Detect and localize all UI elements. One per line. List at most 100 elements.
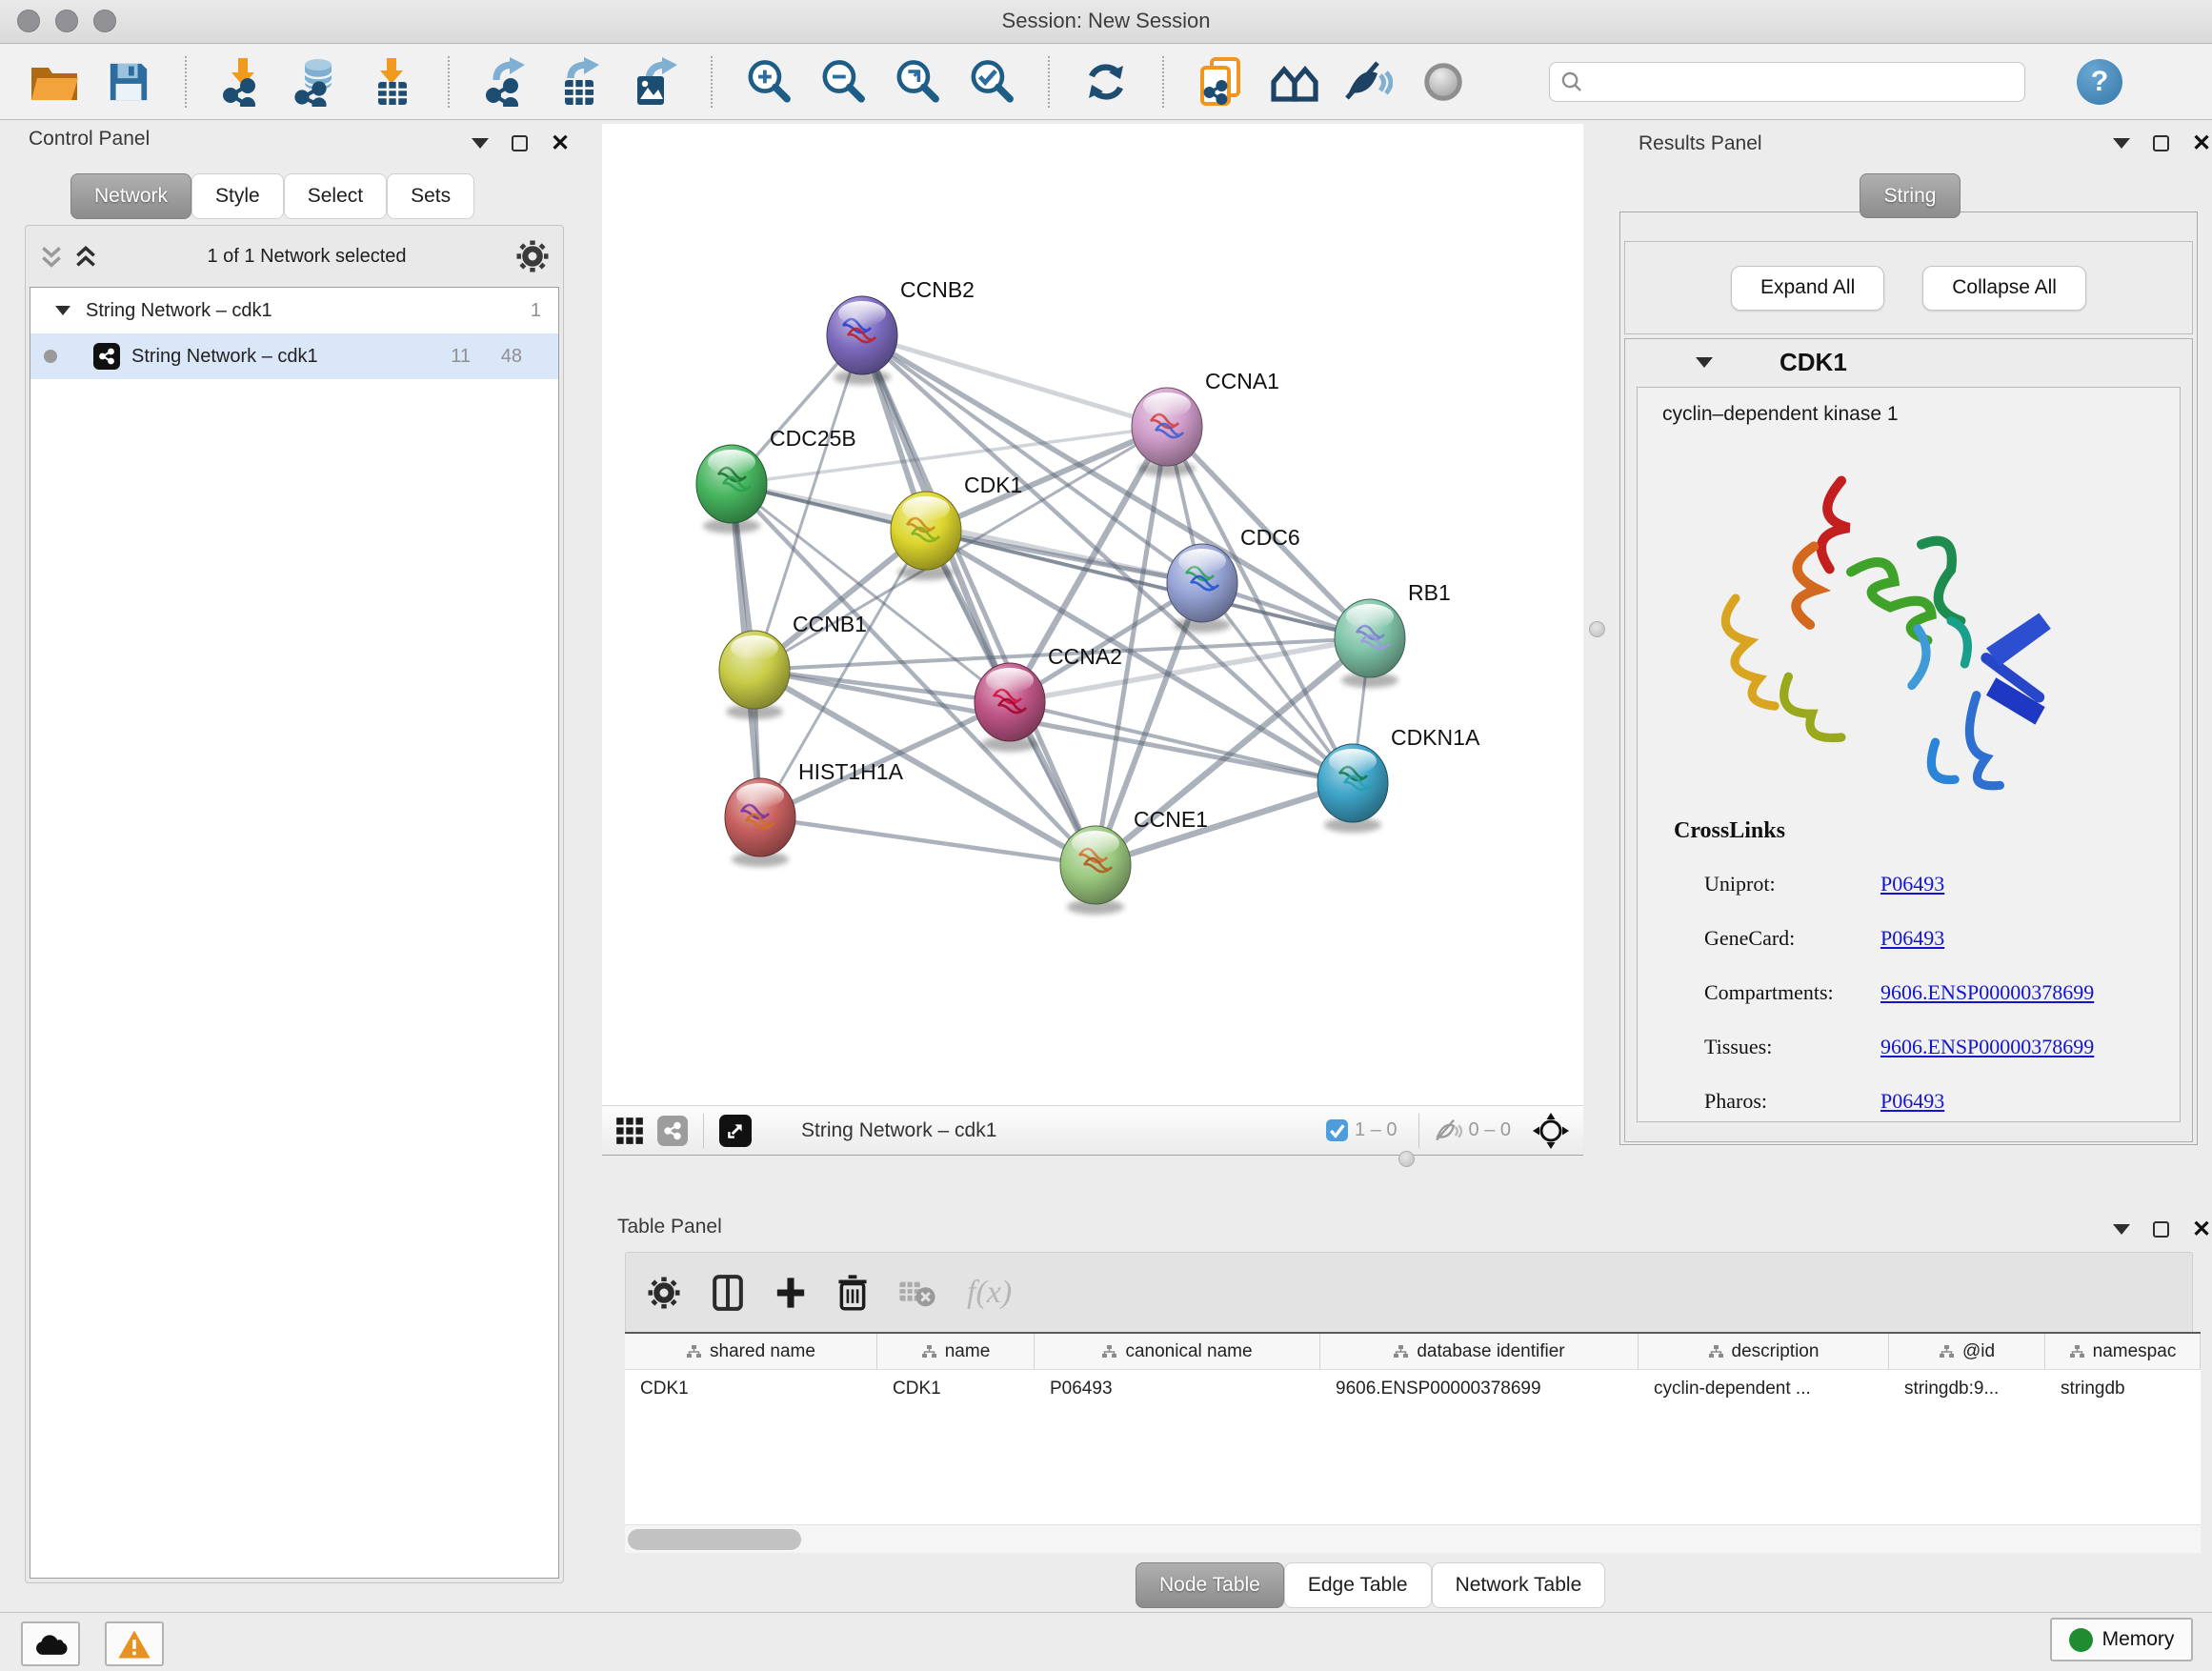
node-CDKN1A[interactable]: CDKN1A (1317, 725, 1480, 833)
tab-select[interactable]: Select (284, 173, 387, 219)
table-settings-gear-icon[interactable] (647, 1276, 681, 1310)
column-header-shared-name[interactable]: shared name (625, 1334, 877, 1369)
collection-expander-icon[interactable] (55, 306, 70, 315)
open-session-button[interactable] (29, 54, 80, 110)
zoom-fit-button[interactable] (892, 54, 943, 110)
close-panel-icon[interactable]: ✕ (2192, 135, 2211, 151)
column-header-description[interactable]: description (1639, 1334, 1889, 1369)
duplicate-network-button[interactable] (1195, 54, 1246, 110)
node-RB1[interactable]: RB1 (1335, 580, 1451, 688)
warnings-button[interactable] (105, 1621, 164, 1666)
tab-edge-table[interactable]: Edge Table (1284, 1562, 1432, 1608)
edge-CCNB2-RB1[interactable] (862, 335, 1370, 638)
memory-button[interactable]: Memory (2050, 1618, 2193, 1661)
edge-CCNB2-CCNE1[interactable] (862, 335, 1096, 865)
column-header--id[interactable]: @id (1889, 1334, 2045, 1369)
close-panel-icon[interactable]: ✕ (2192, 1221, 2211, 1238)
center-view-icon[interactable] (1532, 1112, 1570, 1150)
edge-HIST1H1A-CCNE1[interactable] (760, 817, 1096, 865)
search-field[interactable] (1549, 62, 2025, 102)
selected-checkbox[interactable] (1325, 1118, 1349, 1142)
export-network-button[interactable] (480, 54, 532, 110)
tab-string[interactable]: String (1860, 173, 1961, 218)
horizontal-scrollbar[interactable] (625, 1524, 2201, 1553)
open-folder-icon (30, 60, 79, 104)
network-canvas[interactable]: CCNB2 CCNA1 CDC25B CDK1 CDC6 (602, 124, 1583, 1105)
horizontal-splitter-handle[interactable] (1398, 1151, 1415, 1167)
import-network-from-database-button[interactable] (292, 54, 343, 110)
column-header-database-identifier[interactable]: database identifier (1320, 1334, 1639, 1369)
export-image-button[interactable] (629, 54, 680, 110)
gene-section-header[interactable]: CDK1 (1625, 339, 2192, 385)
cloud-button[interactable] (21, 1621, 80, 1666)
table-row[interactable]: CDK1CDK1P064939606.ENSP00000378699cyclin… (625, 1370, 2201, 1408)
column-header-canonical-name[interactable]: canonical name (1035, 1334, 1320, 1369)
tab-style[interactable]: Style (191, 173, 284, 219)
node-HIST1H1A[interactable]: HIST1H1A (725, 759, 904, 867)
function-builder-button[interactable]: f(x) (967, 1275, 1012, 1311)
collapse-all-button[interactable]: Collapse All (1922, 266, 2086, 311)
crosslink-link[interactable]: 9606.ENSP00000378699 (1880, 1035, 2094, 1059)
close-panel-icon[interactable]: ✕ (551, 135, 570, 151)
crosslink-link[interactable]: P06493 (1880, 926, 1944, 951)
crosslink-link[interactable]: 9606.ENSP00000378699 (1880, 980, 2094, 1005)
cell-canonical-name[interactable]: P06493 (1035, 1370, 1320, 1408)
clear-table-icon[interactable] (898, 1277, 936, 1309)
tab-network-table[interactable]: Network Table (1432, 1562, 1606, 1608)
collapse-gene-icon[interactable] (1696, 357, 1713, 368)
float-panel-icon[interactable] (512, 135, 528, 151)
network-options-gear-icon[interactable] (515, 239, 550, 273)
toggle-columns-icon[interactable] (712, 1274, 744, 1312)
cell-description[interactable]: cyclin-dependent ... (1639, 1370, 1889, 1408)
panel-menu-icon[interactable] (472, 138, 489, 149)
collapse-all-icon[interactable] (39, 244, 64, 269)
scrollbar-thumb[interactable] (628, 1529, 801, 1550)
network-style-icon[interactable] (657, 1116, 688, 1146)
edge-CCNB2-CCNA1[interactable] (862, 335, 1167, 427)
vertical-splitter-handle[interactable] (1589, 621, 1605, 637)
first-neighbors-button[interactable] (1269, 54, 1320, 110)
tab-sets[interactable]: Sets (387, 173, 474, 219)
zoom-in-button[interactable] (743, 54, 794, 110)
node-CCNA1[interactable]: CCNA1 (1132, 369, 1279, 476)
network-list-header: 1 of 1 Network selected (26, 226, 563, 287)
node-CCNE1[interactable]: CCNE1 (1060, 807, 1208, 915)
cell-database-identifier[interactable]: 9606.ENSP00000378699 (1320, 1370, 1639, 1408)
column-header-name[interactable]: name (877, 1334, 1035, 1369)
tab-network[interactable]: Network (70, 173, 191, 219)
expand-all-icon[interactable] (73, 244, 98, 269)
delete-column-trash-icon[interactable] (837, 1274, 868, 1312)
refresh-layout-button[interactable] (1080, 54, 1132, 110)
panel-menu-icon[interactable] (2113, 1224, 2130, 1235)
float-panel-icon[interactable] (2153, 1221, 2169, 1238)
export-table-button[interactable] (554, 54, 606, 110)
crosslink-link[interactable]: P06493 (1880, 1089, 1944, 1114)
tab-node-table[interactable]: Node Table (1136, 1562, 1284, 1608)
copy-network-icon (1196, 56, 1244, 108)
network-row-selected[interactable]: String Network – cdk1 11 48 (30, 333, 558, 379)
open-in-browser-icon[interactable] (719, 1115, 752, 1147)
column-header-namespac[interactable]: namespac (2045, 1334, 2201, 1369)
float-panel-icon[interactable] (2153, 135, 2169, 151)
cell-name[interactable]: CDK1 (877, 1370, 1035, 1408)
help-button[interactable]: ? (2077, 59, 2122, 105)
application-window: Session: New Session (0, 0, 2212, 1671)
crosslink-link[interactable]: P06493 (1880, 872, 1944, 896)
zoom-out-button[interactable] (817, 54, 869, 110)
hide-selected-button[interactable] (1343, 54, 1395, 110)
cell--id[interactable]: stringdb:9... (1889, 1370, 2045, 1408)
panel-menu-icon[interactable] (2113, 138, 2130, 149)
save-session-button[interactable] (103, 54, 154, 110)
cell-namespac[interactable]: stringdb (2045, 1370, 2201, 1408)
import-table-button[interactable] (366, 54, 417, 110)
show-all-button[interactable] (1418, 54, 1469, 110)
cell-shared-name[interactable]: CDK1 (625, 1370, 877, 1408)
grid-view-icon[interactable] (615, 1117, 644, 1145)
search-input[interactable] (1584, 70, 2015, 93)
import-network-button[interactable] (217, 54, 269, 110)
add-column-plus-icon[interactable] (774, 1275, 807, 1311)
expand-all-button[interactable]: Expand All (1731, 266, 1884, 311)
network-collection-row[interactable]: String Network – cdk1 1 (30, 288, 558, 333)
zoom-selected-button[interactable] (966, 54, 1017, 110)
gray-sphere-icon (1421, 60, 1465, 104)
